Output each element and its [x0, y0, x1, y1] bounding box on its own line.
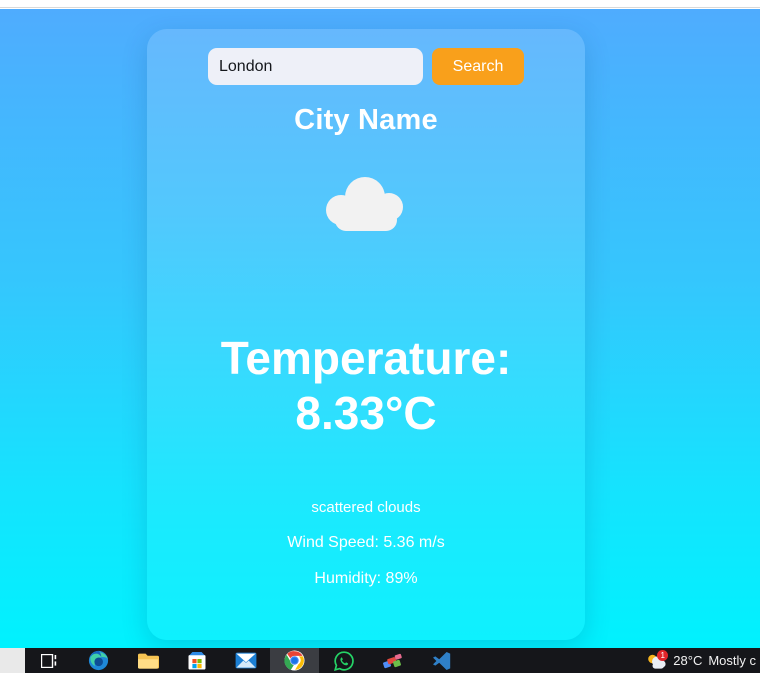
city-name-heading: City Name — [294, 104, 438, 136]
file-explorer-icon[interactable] — [123, 648, 172, 673]
temperature-value: Temperature: 8.33°C — [220, 332, 512, 440]
tray-weather-icon[interactable]: 1 — [645, 649, 669, 672]
city-search-input[interactable] — [208, 48, 423, 85]
notification-badge: 1 — [657, 649, 669, 661]
chrome-icon[interactable] — [270, 648, 319, 673]
weather-card: Search City Name Temperature: 8.33°C sca… — [147, 29, 585, 640]
browser-chrome-strip — [0, 0, 760, 8]
weather-icon — [147, 173, 585, 247]
task-view-icon[interactable] — [25, 648, 74, 673]
weather-app-page: Search City Name Temperature: 8.33°C sca… — [0, 9, 760, 648]
mail-icon[interactable] — [221, 648, 270, 673]
search-row: Search — [147, 48, 585, 85]
system-tray: 1 28°C Mostly c — [645, 648, 760, 673]
weather-details: scattered clouds Wind Speed: 5.36 m/s Hu… — [147, 499, 585, 588]
tray-condition: Mostly c — [708, 653, 756, 668]
weather-condition: scattered clouds — [311, 499, 421, 517]
tray-temperature: 28°C — [673, 653, 703, 668]
wind-speed-value: Wind Speed: 5.36 m/s — [287, 534, 445, 552]
humidity-value: Humidity: 89% — [314, 570, 418, 588]
windows-taskbar: 1 28°C Mostly c — [0, 648, 760, 673]
search-button[interactable]: Search — [432, 48, 524, 85]
edge-icon[interactable] — [74, 648, 123, 673]
start-button[interactable] — [0, 648, 25, 673]
paint-icon[interactable] — [368, 648, 417, 673]
vscode-icon[interactable] — [417, 648, 466, 673]
microsoft-store-icon[interactable] — [172, 648, 221, 673]
whatsapp-icon[interactable] — [319, 648, 368, 673]
